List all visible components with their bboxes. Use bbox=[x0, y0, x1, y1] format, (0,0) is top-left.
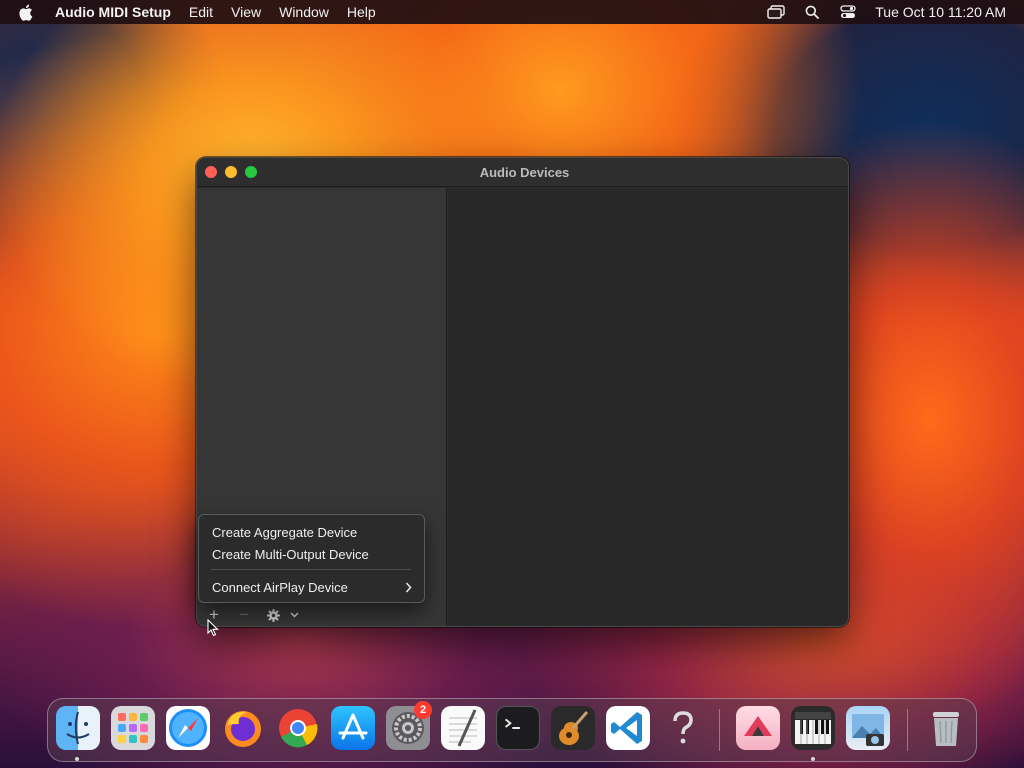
notification-badge: 2 bbox=[414, 701, 432, 719]
menu-bar: Audio MIDI Setup Edit View Window Help T… bbox=[0, 0, 1024, 24]
menu-item-label: Connect AirPlay Device bbox=[212, 579, 348, 595]
menu-item-connect-airplay-device[interactable]: Connect AirPlay Device bbox=[212, 577, 412, 597]
chevron-right-icon bbox=[405, 581, 412, 593]
chevron-down-icon[interactable] bbox=[287, 603, 301, 626]
menu-item-create-aggregate-device[interactable]: Create Aggregate Device bbox=[212, 522, 412, 542]
window-titlebar[interactable]: Audio Devices bbox=[197, 158, 848, 187]
menu-separator bbox=[211, 569, 411, 570]
add-device-menu: Create Aggregate Device Create Multi-Out… bbox=[198, 514, 425, 603]
device-detail-pane bbox=[448, 188, 848, 626]
control-center-icon[interactable] bbox=[839, 4, 857, 20]
dock-finder-icon[interactable] bbox=[56, 706, 100, 750]
menu-edit[interactable]: Edit bbox=[189, 4, 213, 20]
dock-divider bbox=[907, 709, 908, 751]
mouse-cursor-icon bbox=[207, 618, 219, 637]
dock bbox=[47, 698, 977, 762]
window-zoom-button[interactable] bbox=[245, 166, 257, 178]
dock-artstudio-icon[interactable] bbox=[736, 706, 780, 750]
dock-trash-icon[interactable] bbox=[924, 706, 968, 750]
menu-item-label: Create Multi-Output Device bbox=[212, 546, 369, 562]
dock-safari-icon[interactable] bbox=[166, 706, 210, 750]
sidebar-toolbar: + − bbox=[197, 603, 447, 626]
dock-chrome-icon[interactable] bbox=[276, 706, 320, 750]
dock-vscode-icon[interactable] bbox=[606, 706, 650, 750]
window-close-button[interactable] bbox=[205, 166, 217, 178]
dock-divider bbox=[719, 709, 720, 751]
remove-device-button[interactable]: − bbox=[235, 603, 253, 626]
dock-help-icon[interactable] bbox=[661, 706, 705, 750]
running-indicator bbox=[811, 757, 815, 761]
running-indicator bbox=[75, 757, 79, 761]
dock-firefox-icon[interactable] bbox=[221, 706, 265, 750]
menu-help[interactable]: Help bbox=[347, 4, 376, 20]
dock-textedit-icon[interactable] bbox=[441, 706, 485, 750]
menu-bar-clock[interactable]: Tue Oct 10 11:20 AM bbox=[875, 4, 1006, 20]
dock-app-store-icon[interactable] bbox=[331, 706, 375, 750]
menu-view[interactable]: View bbox=[231, 4, 261, 20]
gear-icon[interactable] bbox=[265, 603, 281, 626]
apple-icon[interactable] bbox=[18, 4, 40, 21]
menu-item-create-multi-output-device[interactable]: Create Multi-Output Device bbox=[212, 544, 412, 564]
window-title: Audio Devices bbox=[479, 164, 570, 180]
dock-preview-icon[interactable] bbox=[846, 706, 890, 750]
menu-item-label: Create Aggregate Device bbox=[212, 524, 358, 540]
dock-audio-midi-setup-icon[interactable] bbox=[791, 706, 835, 750]
dock-garageband-icon[interactable] bbox=[551, 706, 595, 750]
spotlight-search-icon[interactable] bbox=[803, 4, 821, 20]
dock-launchpad-icon[interactable] bbox=[111, 706, 155, 750]
menu-app-name[interactable]: Audio MIDI Setup bbox=[55, 4, 171, 20]
screen-mirroring-icon[interactable] bbox=[767, 4, 785, 20]
window-minimize-button[interactable] bbox=[225, 166, 237, 178]
menu-window[interactable]: Window bbox=[279, 4, 329, 20]
dock-terminal-icon[interactable] bbox=[496, 706, 540, 750]
